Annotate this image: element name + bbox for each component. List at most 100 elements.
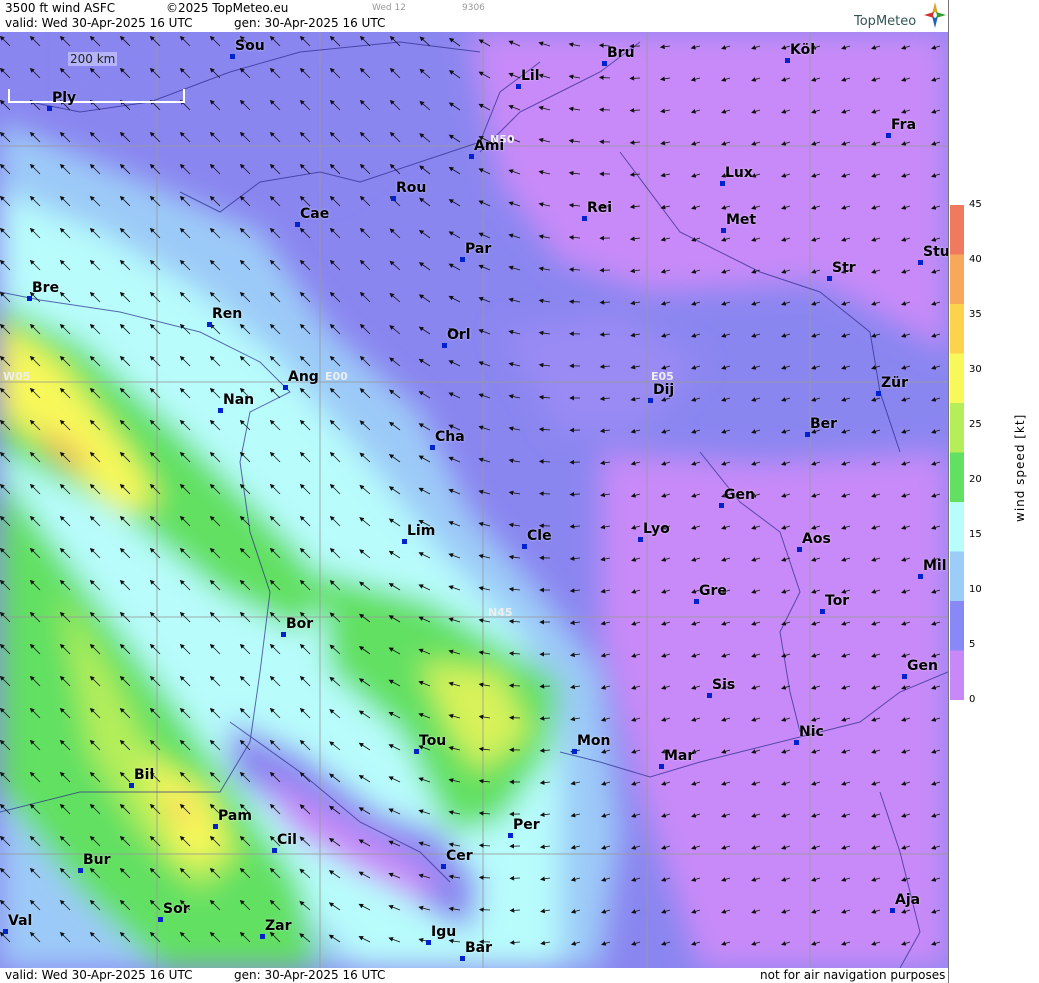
colorbar [950, 205, 964, 701]
city-label: Val [8, 913, 33, 929]
city-marker [391, 196, 396, 201]
city-label: Gen [724, 487, 755, 503]
compass-logo-icon [924, 2, 946, 28]
colorbar-segment [950, 601, 964, 652]
city-label: Lim [407, 523, 436, 539]
colorbar-segment [950, 551, 964, 602]
city-marker [508, 833, 513, 838]
city-marker [522, 544, 527, 549]
city-marker [582, 216, 587, 221]
city-label: Per [513, 817, 540, 833]
city-label: Lil [521, 68, 540, 84]
city-label: Cle [527, 528, 552, 544]
colorbar-segment [950, 304, 964, 355]
wind-arrow [478, 875, 491, 880]
city-marker [648, 398, 653, 403]
colorbar-tick: 20 [969, 474, 982, 485]
city-label: Bre [32, 280, 60, 296]
city-marker [129, 783, 134, 788]
grid-label-n45: N45 [488, 606, 513, 619]
city-label: Dij [653, 382, 675, 398]
city-marker [876, 391, 881, 396]
wind-map[interactable]: 200 km N50 N45 W05 E00 E05 Sou Bru Köl Ply L… [0, 32, 948, 968]
topmeteo-logo: TopMeteo [854, 14, 917, 29]
city-marker [430, 445, 435, 450]
city-marker [827, 276, 832, 281]
city-label: Par [465, 241, 492, 257]
city-label: Ber [810, 416, 838, 432]
city-marker [272, 848, 277, 853]
footer-gen: gen: 30-Apr-2025 16 UTC [234, 968, 386, 982]
city-label: Mon [577, 733, 611, 749]
city-marker [785, 58, 790, 63]
city-label: Cil [277, 832, 297, 848]
city-marker [659, 764, 664, 769]
city-label: Bru [607, 45, 635, 61]
colorbar-tick: 0 [969, 694, 976, 705]
city-label: Nic [799, 724, 824, 740]
city-label: Stu [923, 244, 948, 260]
footer-valid: valid: Wed 30-Apr-2025 16 UTC [5, 968, 193, 982]
city-label: Zar [265, 918, 292, 934]
city-label: Orl [447, 327, 471, 343]
city-marker [918, 260, 923, 265]
city-marker [902, 674, 907, 679]
city-marker [441, 864, 446, 869]
city-label: Bur [83, 852, 111, 868]
city-marker [295, 222, 300, 227]
city-marker [442, 343, 447, 348]
city-marker [230, 54, 235, 59]
city-marker [794, 740, 799, 745]
wind-arrow [508, 683, 521, 689]
colorbar-tick: 25 [969, 419, 982, 430]
colorbar-tick: 30 [969, 364, 982, 375]
colorbar-tick: 10 [969, 584, 982, 595]
city-marker [47, 106, 52, 111]
city-marker [27, 296, 32, 301]
city-label: Fra [891, 117, 917, 133]
city-label: Gen [907, 658, 938, 674]
city-label: Lyo [643, 521, 670, 537]
city-marker [281, 632, 286, 637]
colorbar-tick: 40 [969, 254, 982, 265]
city-label: Str [832, 260, 856, 276]
city-marker [707, 693, 712, 698]
city-label: Sor [163, 901, 190, 917]
city-marker [797, 547, 802, 552]
colorbar-segment [950, 403, 964, 454]
city-marker [207, 322, 212, 327]
city-marker [213, 824, 218, 829]
colorbar-segment [950, 650, 964, 701]
city-marker [158, 917, 163, 922]
city-marker [805, 432, 810, 437]
city-label: Pam [218, 808, 252, 824]
disclaimer: not for air navigation purposes [760, 968, 946, 982]
city-label: Tou [419, 733, 447, 749]
city-marker [918, 574, 923, 579]
city-label: Sou [235, 38, 265, 54]
city-marker [260, 934, 265, 939]
city-marker [460, 956, 465, 961]
wind-arrow [509, 907, 521, 913]
city-marker [460, 257, 465, 262]
run-code: 9306 [462, 3, 485, 13]
colorbar-segment [950, 205, 964, 256]
city-label: Cer [446, 848, 473, 864]
city-label: Lux [725, 165, 753, 181]
colorbar-segment [950, 502, 964, 553]
valid-time: valid: Wed 30-Apr-2025 16 UTC [5, 16, 193, 30]
product-title: 3500 ft wind ASFC [5, 1, 116, 15]
city-label: Aja [895, 892, 921, 908]
city-marker [218, 408, 223, 413]
city-marker [572, 749, 577, 754]
city-label: Ami [474, 138, 505, 154]
footer: valid: Wed 30-Apr-2025 16 UTC gen: 30-Ap… [0, 968, 948, 983]
wind-field [0, 32, 948, 968]
city-label: Cae [300, 206, 330, 222]
divider [948, 0, 949, 983]
city-label: Sis [712, 677, 736, 693]
city-label: Aos [802, 531, 831, 547]
city-label: Bil [134, 767, 155, 783]
city-label: Rou [396, 180, 427, 196]
grid-label-w05: W05 [3, 370, 31, 383]
